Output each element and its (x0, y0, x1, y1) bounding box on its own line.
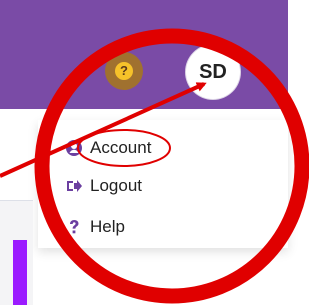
menu-item-label: Logout (90, 176, 142, 195)
user-avatar-button[interactable]: SD (186, 45, 240, 99)
help-button[interactable]: ? (105, 52, 143, 90)
question-icon (70, 220, 79, 234)
menu-item-account[interactable]: Account (66, 138, 151, 158)
user-dropdown-menu: Account Logout Help (38, 120, 288, 248)
purple-accent-block (13, 240, 27, 305)
menu-item-label: Account (90, 138, 152, 157)
page-edge (288, 0, 309, 304)
top-header-bar (0, 0, 288, 109)
menu-item-help[interactable]: Help (66, 217, 125, 237)
left-content-panel (0, 200, 33, 305)
question-circle-icon: ? (115, 62, 133, 80)
user-circle-icon (66, 140, 82, 156)
sign-out-icon (67, 180, 82, 192)
menu-item-label: Help (90, 217, 125, 236)
menu-item-logout[interactable]: Logout (66, 176, 142, 196)
